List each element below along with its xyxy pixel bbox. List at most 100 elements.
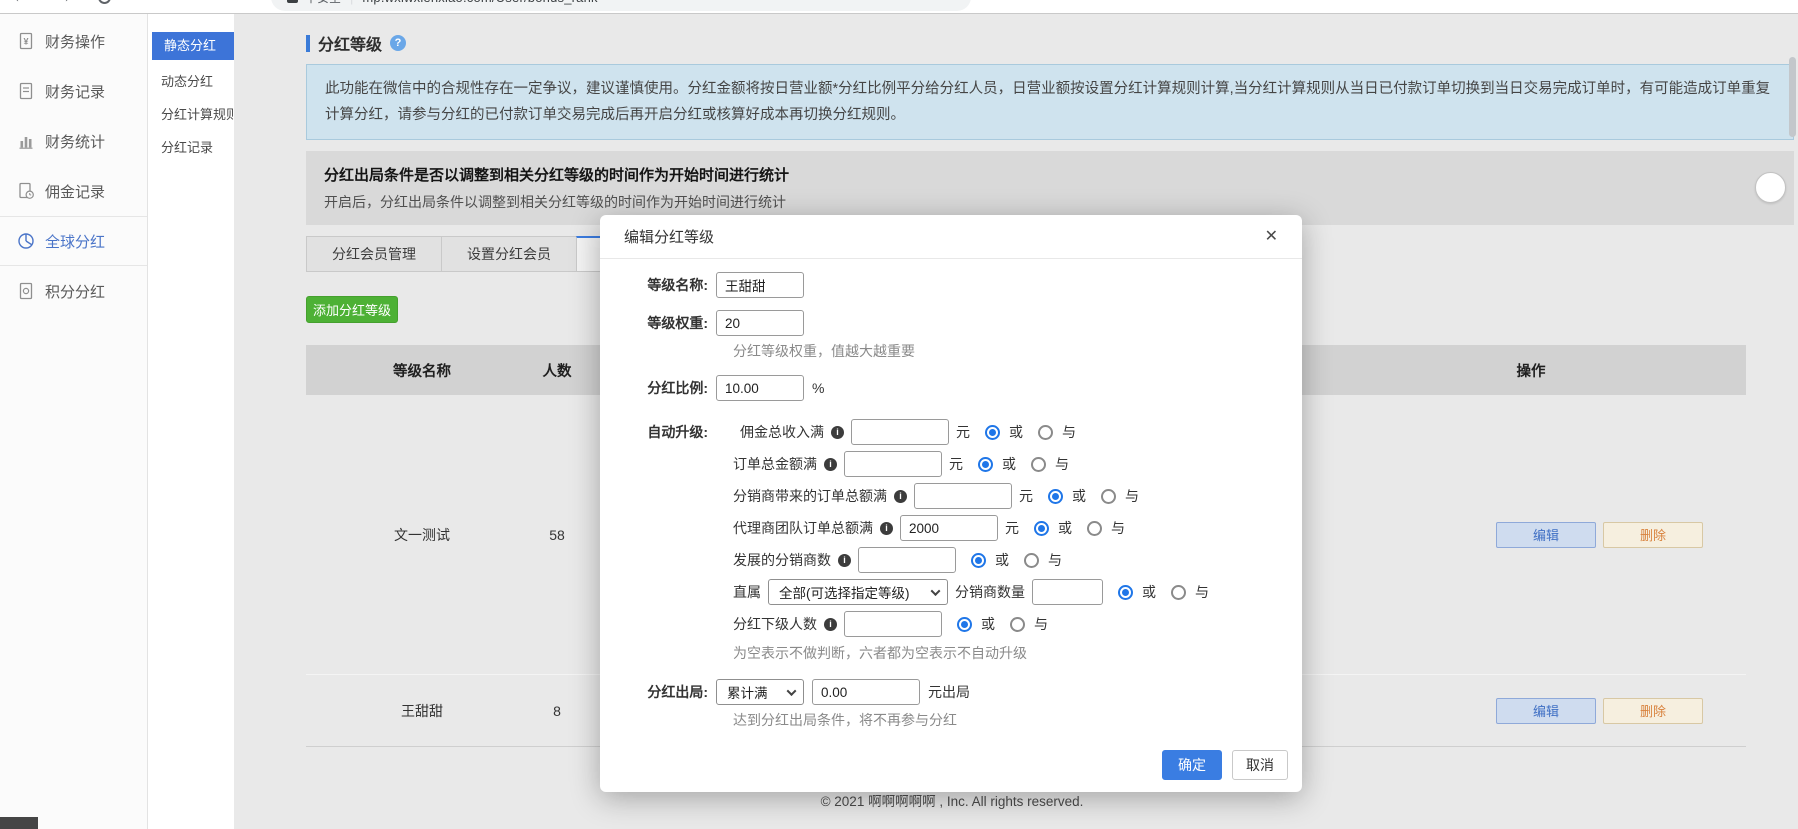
direct-label: 直属 [733,582,761,602]
and-radio[interactable] [1101,489,1116,504]
or-radio[interactable] [971,553,986,568]
page-title: 分红等级 ? [306,31,406,55]
sidebar-item-finance-stats[interactable]: 财务统计 [0,116,147,166]
condition-label: 代理商团队订单总额满 [733,518,873,538]
or-radio[interactable] [1034,521,1049,536]
back-icon[interactable]: ← [12,0,29,7]
bonus-ratio-label: 分红比例: [624,378,708,398]
or-radio[interactable] [1118,585,1133,600]
or-radio[interactable] [1048,489,1063,504]
upgrade-condition-row: 发展的分销商数 i 或 与 [733,547,1209,573]
or-radio[interactable] [985,425,1000,440]
sidebar-item-points-bonus[interactable]: 积分分红 [0,266,147,316]
bonus-out-select[interactable]: 累计满 [716,679,804,705]
copyright-footer: © 2021 啊啊啊啊啊 , Inc. All rights reserved. [234,790,1670,810]
submenu-item-dynamic-bonus[interactable]: 动态分红 [149,65,234,98]
bonus-out-label: 分红出局: [624,682,708,702]
order-total-input[interactable] [844,451,942,477]
tab-bonus-member-management[interactable]: 分红会员管理 [306,236,442,272]
condition-label: 分红下级人数 [733,614,817,634]
sidebar-item-label: 财务记录 [45,81,105,102]
developed-distributors-input[interactable] [858,547,956,573]
level-name-input[interactable] [716,272,804,298]
sidebar-item-label: 佣金记录 [45,181,105,202]
and-label: 与 [1111,518,1125,538]
bonus-out-amount-input[interactable] [812,679,920,705]
info-icon[interactable]: i [880,522,893,535]
agent-team-order-total-input[interactable] [900,515,998,541]
header-count: 人数 [502,360,612,381]
bonus-subordinates-input[interactable] [844,611,942,637]
close-icon[interactable]: ✕ [1265,229,1278,245]
sidebar-item-finance-ops[interactable]: ¥ 财务操作 [0,16,147,66]
count-cell: 8 [502,703,612,719]
direct-level-select[interactable]: 全部(可选择指定等级) [768,579,948,605]
and-radio[interactable] [1171,585,1186,600]
bar-chart-icon [17,132,35,150]
header-actions: 操作 [1316,360,1746,381]
browser-chrome: ← → 不安全 | mp.wxiwxienxiao.com/User/bonus… [0,0,1798,14]
chevron-down-icon [787,686,797,696]
delete-button[interactable]: 删除 [1603,522,1703,548]
upgrade-condition-row: 分销商带来的订单总额满 i 元 或 与 [733,483,1209,509]
scrollbar-thumb[interactable] [1789,57,1796,137]
direct-subordinate-row: 直属 全部(可选择指定等级) 分销商数量 或 与 [733,579,1209,605]
pie-chart-icon [17,232,35,250]
upgrade-condition-row: 佣金总收入满 i 元 或 与 [733,419,1209,445]
and-radio[interactable] [1010,617,1025,632]
bonus-ratio-input[interactable] [716,375,804,401]
info-icon[interactable]: i [831,426,844,439]
notice-banner: 此功能在微信中的合规性存在一定争议，建议谨慎使用。分红金额将按日营业额*分红比例… [306,64,1794,140]
cancel-button[interactable]: 取消 [1232,750,1288,780]
info-icon[interactable]: i [824,618,837,631]
level-name-cell: 文一测试 [342,525,502,545]
and-radio[interactable] [1038,425,1053,440]
toggle-switch[interactable] [1755,172,1786,203]
info-icon[interactable]: i [838,554,851,567]
sidebar-item-label: 财务统计 [45,131,105,152]
submenu-item-static-bonus[interactable]: 静态分红 [152,32,234,60]
submenu-item-bonus-records[interactable]: 分红记录 [149,131,234,164]
delete-button[interactable]: 删除 [1603,698,1703,724]
doc-lines-icon [17,82,35,100]
help-icon[interactable]: ? [390,35,406,51]
edit-button[interactable]: 编辑 [1496,698,1596,724]
tab-set-bonus-members[interactable]: 设置分红会员 [441,236,577,272]
sidebar-item-label: 积分分红 [45,281,105,302]
condition-label: 订单总金额满 [733,454,817,474]
sidebar-item-finance-records[interactable]: 财务记录 [0,66,147,116]
modal-title: 编辑分红等级 [624,226,714,247]
submenu-item-bonus-calc-rules[interactable]: 分红计算规则 [149,98,234,131]
level-weight-input[interactable] [716,310,804,336]
toggle-description: 开启后，分红出局条件以调整到相关分红等级的时间作为开始时间进行统计 [324,192,1776,212]
forward-icon[interactable]: → [55,0,72,7]
distributor-order-total-input[interactable] [914,483,1012,509]
add-bonus-level-button[interactable]: 添加分红等级 [306,296,398,323]
and-radio[interactable] [1087,521,1102,536]
confirm-button[interactable]: 确定 [1162,750,1222,780]
edit-bonus-level-modal: 编辑分红等级 ✕ 等级名称: 等级权重: 分红等级权重，值越大越重要 分红比例:… [600,215,1302,792]
doc-clock-icon [17,182,35,200]
sidebar-item-commission-records[interactable]: 佣金记录 [0,166,147,216]
commission-total-input[interactable] [851,419,949,445]
sidebar-item-label: 全球分红 [45,231,105,252]
sidebar-item-global-bonus[interactable]: 全球分红 [0,216,147,266]
and-radio[interactable] [1024,553,1039,568]
or-label: 或 [1058,518,1072,538]
url-text: mp.wxiwxienxiao.com/User/bonus_rank [362,0,597,5]
info-icon[interactable]: i [824,458,837,471]
level-name-label: 等级名称: [624,275,708,295]
distributor-count-input[interactable] [1032,579,1103,605]
toggle-title: 分红出局条件是否以调整到相关分红等级的时间作为开始时间进行统计 [324,164,1776,185]
unit-label: 元 [949,454,963,474]
edit-button[interactable]: 编辑 [1496,522,1596,548]
and-radio[interactable] [1031,457,1046,472]
or-radio[interactable] [978,457,993,472]
reload-icon[interactable] [98,0,111,4]
chevron-down-icon [931,586,941,596]
address-bar[interactable]: 不安全 | mp.wxiwxienxiao.com/User/bonus_ran… [271,0,971,11]
modal-header: 编辑分红等级 ✕ [600,215,1302,259]
security-label: 不安全 [305,0,341,6]
or-radio[interactable] [957,617,972,632]
info-icon[interactable]: i [894,490,907,503]
